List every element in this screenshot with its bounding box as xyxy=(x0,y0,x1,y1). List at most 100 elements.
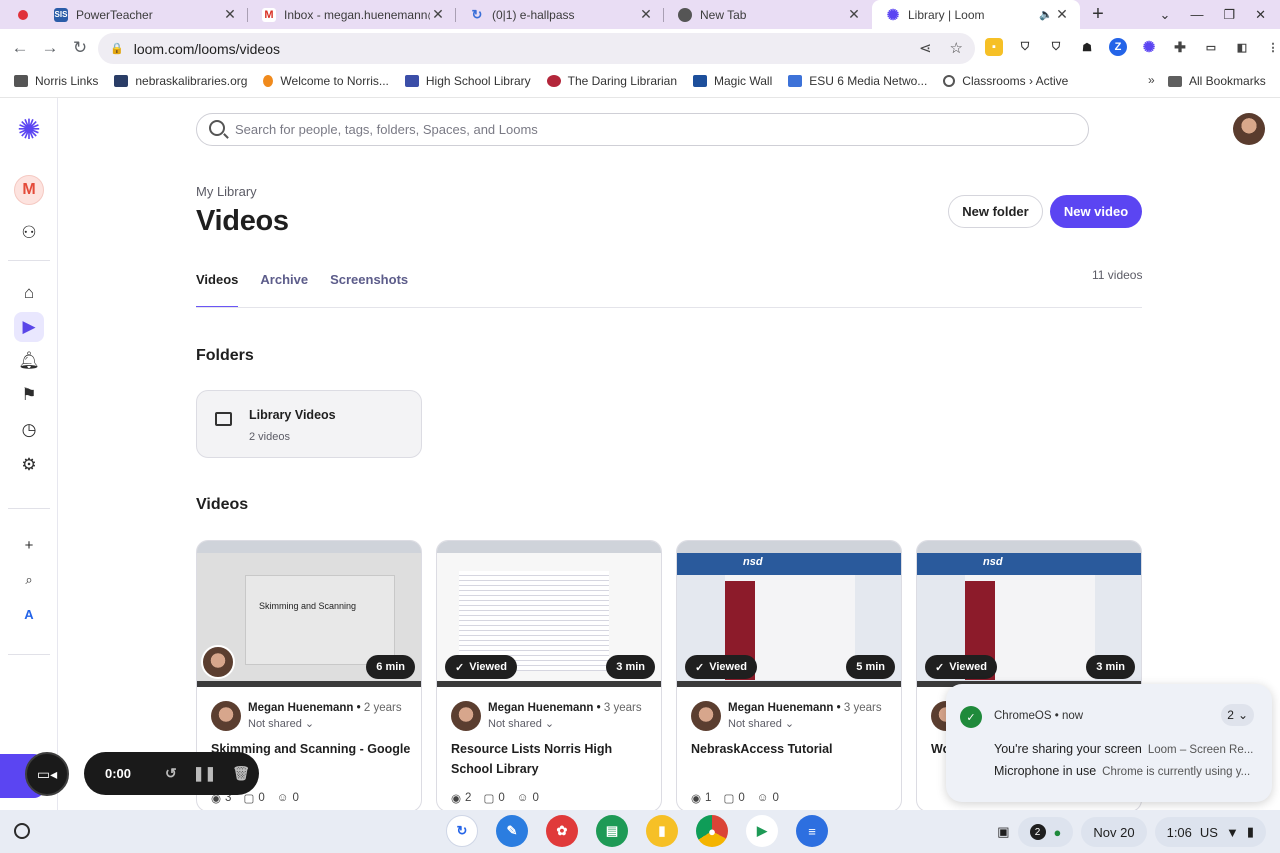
back-icon[interactable]: ← xyxy=(5,38,35,58)
bookmarks-overflow[interactable]: » xyxy=(1148,73,1155,87)
chrome-app-icon[interactable]: ● xyxy=(696,815,728,847)
z-extension-icon[interactable]: Z xyxy=(1109,38,1127,56)
notification-badge[interactable]: 2 ● xyxy=(1017,817,1074,847)
new-folder-button[interactable]: New folder xyxy=(948,195,1043,228)
date[interactable]: Nov 20 xyxy=(1081,817,1147,847)
address-bar[interactable]: 🔒 loom.com/looms/videos ⋖ ☆ xyxy=(98,33,975,64)
restore-icon[interactable]: ❐ xyxy=(1223,7,1235,23)
tab-screenshots[interactable]: Screenshots xyxy=(330,272,408,308)
workspace-avatar[interactable]: M xyxy=(14,175,44,205)
notification-count[interactable]: 2 ⌄ xyxy=(1221,704,1254,726)
search-input[interactable]: Search for people, tags, folders, Spaces… xyxy=(196,113,1089,146)
tab-ehallpass[interactable]: ↻ (0|1) e-hallpass ✕ xyxy=(456,0,664,29)
clock-icon[interactable]: ◷ xyxy=(14,415,44,445)
cast-icon[interactable]: ▭ xyxy=(1202,38,1220,56)
browser-toolbar: ← → ↻ 🔒 loom.com/looms/videos ⋖ ☆ ▪ ⛉ ⛉ … xyxy=(0,29,1280,67)
bookmark-item[interactable]: The Daring Librarian xyxy=(546,74,677,88)
close-icon[interactable]: ✕ xyxy=(638,6,654,23)
tab-gmail[interactable]: M Inbox - megan.huenemann@n ✕ xyxy=(248,0,456,29)
breadcrumb[interactable]: My Library xyxy=(196,184,257,199)
tab-title: Inbox - megan.huenemann@n xyxy=(284,7,430,22)
accessibility-icon[interactable]: A xyxy=(14,599,44,629)
keep-app-icon[interactable]: ▮ xyxy=(646,815,678,847)
tab-powerteacher[interactable]: SIS PowerTeacher ✕ xyxy=(40,0,248,29)
puzzle-icon[interactable]: ✚ xyxy=(1171,38,1189,56)
viewed-badge: ✓ Viewed xyxy=(445,655,517,679)
people-icon[interactable]: ⚇ xyxy=(14,218,44,248)
tab-loom[interactable]: ✺ Library | Loom 🔈 ✕ xyxy=(872,0,1080,29)
forward-icon[interactable]: → xyxy=(35,38,65,58)
bookmark-item[interactable]: High School Library xyxy=(404,74,531,88)
video-thumbnail[interactable]: Skimming and Scanning 6 min xyxy=(197,541,421,687)
video-thumbnail[interactable]: ✓ Viewed 3 min xyxy=(437,541,661,687)
shield-extension-icon[interactable]: ⛉ xyxy=(1016,38,1034,56)
classroom-app-icon[interactable]: ▤ xyxy=(596,815,628,847)
holding-space-icon[interactable]: ▣ xyxy=(997,824,1009,840)
avatar[interactable] xyxy=(1233,113,1265,145)
close-icon[interactable]: ✕ xyxy=(846,6,862,23)
home-icon[interactable]: ⌂ xyxy=(14,278,44,308)
play-store-app-icon[interactable]: ▶ xyxy=(746,815,778,847)
loom-extension-icon[interactable]: ✺ xyxy=(1140,38,1158,56)
tab-newtab[interactable]: New Tab ✕ xyxy=(664,0,872,29)
new-video-button[interactable]: New video xyxy=(1050,195,1142,228)
share-status[interactable]: Not shared ⌄ xyxy=(248,717,314,730)
video-title[interactable]: NebraskAccess Tutorial xyxy=(691,739,891,759)
bookmark-item[interactable]: Classrooms › Active xyxy=(943,74,1068,88)
share-icon[interactable]: ⋖ xyxy=(919,39,932,57)
stylus-app-icon[interactable]: ✎ xyxy=(496,815,528,847)
side-rail: ✺ M ⚇ ⌂ ▶ 🔔︎ ⚑ ◷ ⚙ + ⌕ A xyxy=(0,98,58,812)
share-status[interactable]: Not shared ⌄ xyxy=(488,717,554,730)
side-panel-icon[interactable]: ◧ xyxy=(1233,38,1251,56)
bookmark-item[interactable]: Norris Links xyxy=(14,74,98,88)
video-card[interactable]: nsd ✓ Viewed 5 min Megan Huenemann • 3 ye… xyxy=(676,540,902,812)
system-notification[interactable]: ✓ ChromeOS • now 2 ⌄ You're sharing your … xyxy=(946,684,1272,802)
reload-icon[interactable]: ↻ xyxy=(65,38,95,58)
library-icon[interactable]: ▶ xyxy=(14,312,44,342)
tab-videos[interactable]: Videos xyxy=(196,272,239,308)
video-thumbnail[interactable]: nsd ✓ Viewed 3 min xyxy=(917,541,1141,687)
tab-search-icon[interactable]: ⌄ xyxy=(1160,7,1171,23)
canva-app-icon[interactable]: ✿ xyxy=(546,815,578,847)
close-icon[interactable]: ✕ xyxy=(430,6,446,23)
trash-icon[interactable]: 🗑︎ xyxy=(232,765,250,782)
speaker-icon[interactable]: 🔈 xyxy=(1038,8,1054,21)
bookmark-item[interactable]: Welcome to Norris... xyxy=(263,74,389,88)
folder-card[interactable]: Library Videos 2 videos xyxy=(196,390,422,458)
restart-icon[interactable]: ↺ xyxy=(165,765,177,782)
keep-extension-icon[interactable]: ▪ xyxy=(985,38,1003,56)
bookmark-icon[interactable]: ⚑ xyxy=(14,380,44,410)
close-window-icon[interactable]: ✕ xyxy=(1255,7,1266,23)
window-controls: ⌄ — ❐ ✕ xyxy=(1160,0,1280,29)
close-icon[interactable]: ✕ xyxy=(1054,6,1070,23)
minimize-icon[interactable]: — xyxy=(1190,7,1203,22)
video-card[interactable]: ✓ Viewed 3 min Megan Huenemann • 3 years … xyxy=(436,540,662,812)
bookmark-item[interactable]: ESU 6 Media Netwo... xyxy=(788,74,927,88)
loom-logo-icon[interactable]: ✺ xyxy=(14,114,44,145)
bell-icon[interactable]: 🔔︎ xyxy=(14,346,44,376)
tab-recording[interactable] xyxy=(0,0,40,29)
ehallpass-app-icon[interactable]: ↻ xyxy=(446,815,478,847)
video-thumbnail[interactable]: nsd ✓ Viewed 5 min xyxy=(677,541,901,687)
shield-check-extension-icon[interactable]: ⛉ xyxy=(1047,38,1065,56)
bookmark-item[interactable]: nebraskalibraries.org xyxy=(114,74,247,88)
camera-button[interactable]: ▭◂ xyxy=(25,752,69,796)
gear-icon[interactable]: ⚙ xyxy=(14,450,44,480)
video-title[interactable]: Resource Lists Norris High School Librar… xyxy=(451,739,651,779)
spy-extension-icon[interactable]: ☗ xyxy=(1078,38,1096,56)
close-icon[interactable]: ✕ xyxy=(222,6,238,23)
add-icon[interactable]: + xyxy=(14,530,44,560)
search-icon[interactable]: ⌕ xyxy=(14,565,44,595)
docs-app-icon[interactable]: ≡ xyxy=(796,815,828,847)
all-bookmarks[interactable]: All Bookmarks xyxy=(1168,74,1266,88)
new-tab-button[interactable]: + xyxy=(1080,3,1116,26)
share-status[interactable]: Not shared ⌄ xyxy=(728,717,794,730)
system-clock[interactable]: 1:06 US ▼ ▮ xyxy=(1154,817,1266,847)
launcher-icon[interactable] xyxy=(14,823,30,839)
bookmark-item[interactable]: Magic Wall xyxy=(693,74,772,88)
menu-icon[interactable]: ⋮ xyxy=(1264,38,1280,56)
pause-icon[interactable]: ❚❚ xyxy=(193,765,216,782)
star-icon[interactable]: ☆ xyxy=(950,39,963,57)
shelf-apps: ↻ ✎ ✿ ▤ ▮ ● ▶ ≡ xyxy=(446,815,828,847)
tab-archive[interactable]: Archive xyxy=(260,272,308,308)
